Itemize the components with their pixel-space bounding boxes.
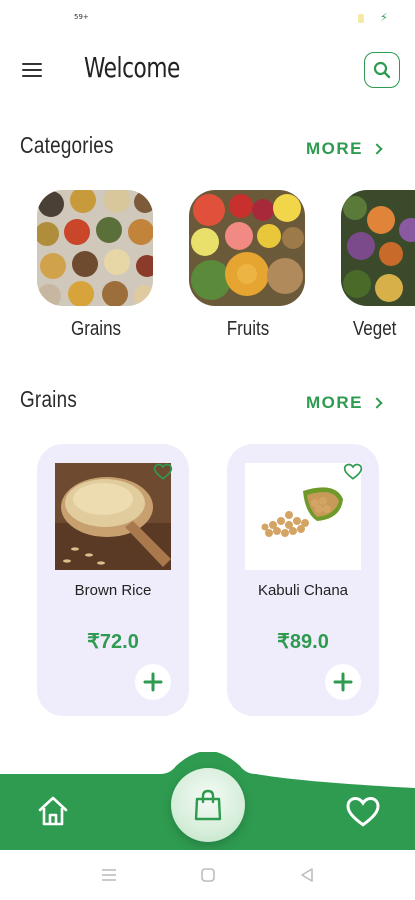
favorite-button[interactable] [343,462,363,482]
product-price: ₹72.0 [87,631,139,653]
category-label-fruits: Fruits [226,318,270,340]
add-to-cart-button[interactable] [135,664,171,700]
chevron-right-icon [371,143,383,155]
heart-outline-icon [343,463,363,480]
category-label-vegetables: Veget [352,318,397,340]
system-back-button[interactable] [298,866,316,884]
plus-icon [143,672,163,692]
grains-image [37,190,153,306]
home-nav-button[interactable] [36,794,70,828]
favorite-button[interactable] [153,462,173,482]
cart-nav-button[interactable] [171,768,245,842]
add-to-cart-button[interactable] [325,664,361,700]
home-icon [38,796,68,826]
status-bar: 59+ ⚡ [0,0,415,34]
product-name: Brown Rice [74,582,152,599]
categories-more-label: MORE [306,139,363,158]
grains-more-link[interactable]: MORE [306,393,383,413]
charging-icon: ⚡ [380,11,388,24]
system-home-button[interactable] [199,866,217,884]
grains-heading: Grains [20,386,78,412]
heart-outline-icon [153,463,173,480]
menu-lines-icon [102,869,116,881]
system-navigation-bar [0,850,415,900]
heart-icon [346,796,380,827]
triangle-back-icon [301,868,313,882]
grains-more-label: MORE [306,393,363,412]
shopping-bag-icon [194,789,222,821]
category-vegetables[interactable]: Veget [341,190,415,341]
categories-heading: Categories [20,132,114,158]
category-label-grains: Grains [70,318,122,340]
category-fruits[interactable]: Fruits [189,190,307,341]
categories-more-link[interactable]: MORE [306,139,383,159]
product-card-kabuli-chana[interactable]: Kabuli Chana ₹89.0 [227,444,379,716]
search-button[interactable] [364,52,400,88]
product-name: Kabuli Chana [257,582,349,599]
product-card-brown-rice[interactable]: Brown Rice ₹72.0 [37,444,189,716]
category-grains[interactable]: Grains [37,190,155,341]
square-icon [201,868,215,882]
page-title: Welcome [84,51,180,84]
recent-apps-button[interactable] [100,866,118,884]
hamburger-menu-icon[interactable] [20,60,46,80]
fruits-image [189,190,305,306]
battery-icon [358,14,364,23]
vegetables-image [341,190,415,306]
chevron-right-icon [371,397,383,409]
plus-icon [333,672,353,692]
favorites-nav-button[interactable] [344,794,382,830]
notification-count: 59+ [74,13,89,21]
product-price: ₹89.0 [277,631,329,653]
search-icon [373,61,391,79]
